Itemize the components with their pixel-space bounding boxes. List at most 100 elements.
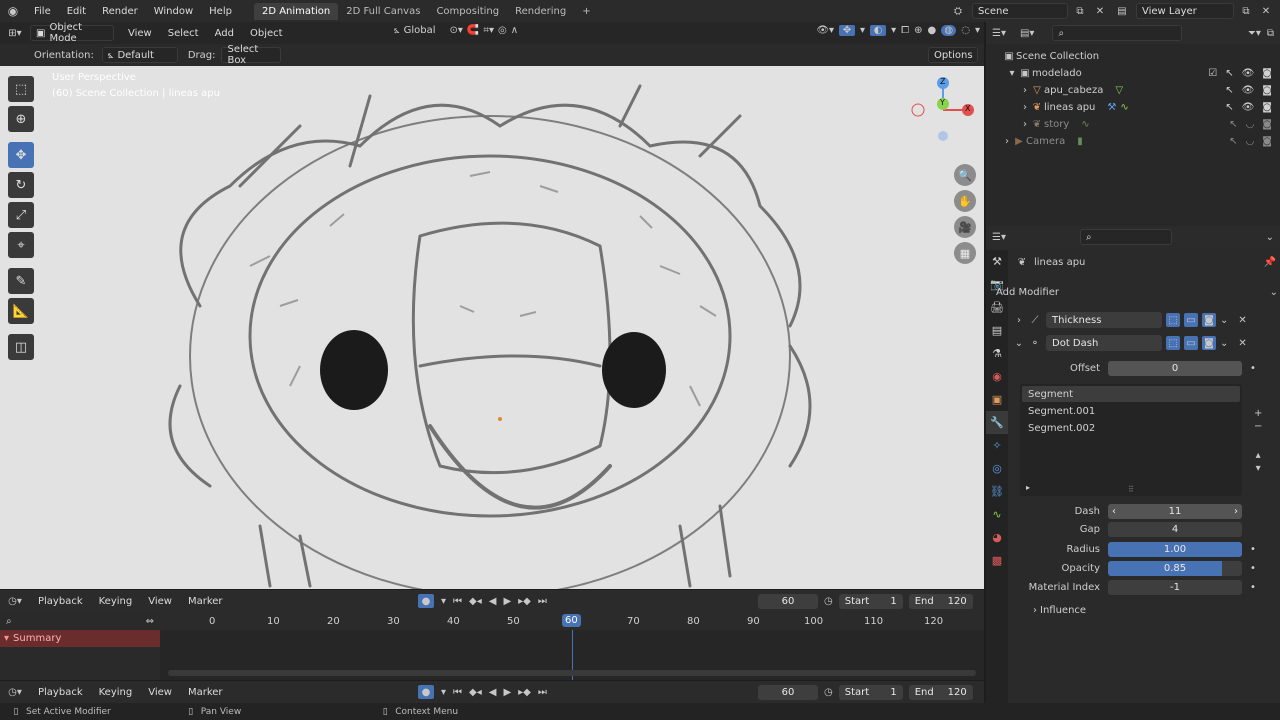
keyframe-dot-icon[interactable]: • <box>1250 544 1256 555</box>
keyframe-dot-icon[interactable]: • <box>1250 563 1256 574</box>
shading-solid-icon[interactable]: ● <box>928 25 937 36</box>
list-expand-icon[interactable]: ▸ <box>1026 483 1030 492</box>
timeline-menu-keying[interactable]: Keying <box>91 596 141 607</box>
dopesheet-area[interactable]: ⌕ ⇔ ▾ Summary 0 10 20 30 40 50 60 70 80 … <box>0 612 984 680</box>
summary-channel[interactable]: ▾ Summary <box>0 630 160 647</box>
editor-type-icon[interactable]: ⊞▾ <box>0 28 30 39</box>
clock-icon[interactable]: ◷ <box>824 596 833 607</box>
object-tab-icon[interactable]: ▣ <box>986 388 1008 411</box>
opacity-slider[interactable]: 0.85 <box>1108 561 1242 576</box>
panel-options-icon[interactable]: ⌄ <box>1266 232 1274 243</box>
measure-tool-icon[interactable]: 📐 <box>8 298 34 324</box>
viewport-toggle-icon[interactable]: ▭ <box>1184 313 1198 327</box>
expand-arrow-icon[interactable]: › <box>1002 136 1012 147</box>
physics-tab-icon[interactable]: ◎ <box>986 457 1008 480</box>
camera-render-icon[interactable]: ◙ <box>1262 85 1272 96</box>
menu-edit[interactable]: Edit <box>59 6 94 17</box>
delete-view-layer-icon[interactable]: ✕ <box>1258 6 1274 17</box>
auto-key-dropdown-icon[interactable]: ▾ <box>441 596 446 607</box>
timeline-menu-view[interactable]: View <box>140 596 180 607</box>
timeline-menu-keying[interactable]: Keying <box>91 687 141 698</box>
modifier-thickness[interactable]: › ⟋ Thickness ⬚ ▭ ◙ ⌄ ✕ <box>1014 312 1276 328</box>
scene-selector[interactable]: Scene <box>972 3 1068 19</box>
ortho-toggle-icon[interactable]: ▦ <box>954 242 976 264</box>
end-frame-field[interactable]: End 120 <box>908 593 973 609</box>
timeline-menu-marker[interactable]: Marker <box>180 596 231 607</box>
texture-tab-icon[interactable]: ▩ <box>986 549 1008 572</box>
expand-chevron-icon[interactable]: ⌄ <box>1014 338 1024 349</box>
drag-dropdown[interactable]: Select Box <box>221 44 282 66</box>
select-toggle-icon[interactable]: ↖ <box>1229 119 1237 130</box>
cursor-tool-icon[interactable]: ⊕ <box>8 106 34 132</box>
material-index-field[interactable]: -1 <box>1108 580 1242 595</box>
add-segment-icon[interactable]: + <box>1254 408 1262 419</box>
shading-rendered-icon[interactable]: ◌ <box>961 25 970 36</box>
select-toggle-icon[interactable]: ↖ <box>1225 85 1233 96</box>
scale-tool-icon[interactable]: ⤢ <box>8 202 34 228</box>
add-cube-tool-icon[interactable]: ◫ <box>8 334 34 360</box>
expand-arrow-icon[interactable]: › <box>1020 85 1030 96</box>
workspace-tab-2d-animation[interactable]: 2D Animation <box>253 2 339 20</box>
outliner-row-modelado[interactable]: ▾ ▣ modelado ☑ ↖ 👁 ◙ <box>1002 65 1280 82</box>
viewport-menu-view[interactable]: View <box>120 28 160 39</box>
tool-tab-icon[interactable]: ⚒ <box>986 250 1008 273</box>
move-up-icon[interactable]: ▴ <box>1254 450 1262 461</box>
filter-icon[interactable]: ⏷▾ <box>1248 28 1261 39</box>
add-workspace-button[interactable]: + <box>574 3 598 20</box>
gizmo-toggle-icon[interactable]: ✥ <box>839 25 856 36</box>
timeline-menu-playback[interactable]: Playback <box>30 687 91 698</box>
clock-icon[interactable]: ◷ <box>824 687 833 698</box>
display-mode-icon[interactable]: ▤▾ <box>1020 28 1034 39</box>
render-toggle-icon[interactable]: ◙ <box>1202 313 1216 327</box>
pivot-point-icon[interactable]: ⊙▾ <box>450 25 463 36</box>
camera-render-icon[interactable]: ◙ <box>1262 136 1272 147</box>
menu-file[interactable]: File <box>26 6 59 17</box>
jump-prev-key-icon[interactable]: ◆◂ <box>469 687 482 698</box>
dash-field[interactable]: ‹ 11 › <box>1108 504 1242 519</box>
eye-closed-icon[interactable]: ◡ <box>1246 136 1255 147</box>
world-tab-icon[interactable]: ◉ <box>986 365 1008 388</box>
end-frame-field[interactable]: End 120 <box>908 684 973 700</box>
keyframe-dot-icon[interactable]: • <box>1250 363 1256 374</box>
checkbox-icon[interactable]: ☑ <box>1208 68 1217 79</box>
radius-slider[interactable]: 1.00 <box>1108 542 1242 557</box>
visibility-icon[interactable]: 👁▾ <box>816 25 834 36</box>
play-reverse-icon[interactable]: ◀ <box>489 687 497 698</box>
gizmo-dropdown-icon[interactable]: ▾ <box>860 25 865 36</box>
rotate-tool-icon[interactable]: ↻ <box>8 172 34 198</box>
remove-modifier-icon[interactable]: ✕ <box>1238 315 1246 326</box>
segment-item-active[interactable]: Segment <box>1022 386 1240 402</box>
transform-tool-icon[interactable]: ⌖ <box>8 232 34 258</box>
copy-scene-icon[interactable]: ⧉ <box>1072 6 1088 17</box>
pan-hand-icon[interactable]: ✋ <box>954 190 976 212</box>
select-toggle-icon[interactable]: ↖ <box>1225 68 1233 79</box>
menu-help[interactable]: Help <box>201 6 240 17</box>
decrement-arrow-icon[interactable]: ‹ <box>1112 506 1116 517</box>
outliner-row-apu-cabeza[interactable]: › ▽ apu_cabeza ▽ ↖ 👁 ◙ <box>1002 82 1280 99</box>
outliner-row-camera[interactable]: › ▶ Camera ▮ ↖ ◡ ◙ <box>1002 133 1280 150</box>
swap-icon[interactable]: ⇔ <box>146 616 154 627</box>
view-layer-tab-icon[interactable]: ▤ <box>986 319 1008 342</box>
segment-item[interactable]: Segment.002 <box>1022 420 1240 437</box>
jump-next-key-icon[interactable]: ▸◆ <box>518 596 531 607</box>
expand-chevron-icon[interactable]: ▾ <box>1006 68 1018 79</box>
falloff-icon[interactable]: ∧ <box>511 25 518 36</box>
remove-modifier-icon[interactable]: ✕ <box>1238 338 1246 349</box>
offset-field[interactable]: 0 <box>1108 361 1242 376</box>
shading-material-icon[interactable]: ◍ <box>941 25 957 36</box>
scene-icon[interactable]: ⛭ <box>948 6 968 17</box>
camera-render-icon[interactable]: ◙ <box>1262 68 1272 79</box>
new-collection-icon[interactable]: ⧉ <box>1267 28 1274 39</box>
shading-dropdown-icon[interactable]: ▾ <box>975 25 980 36</box>
proportional-edit-icon[interactable]: ◎ <box>498 25 507 36</box>
channel-search[interactable]: ⌕ ⇔ <box>0 612 160 630</box>
play-reverse-icon[interactable]: ◀ <box>489 596 497 607</box>
segment-list[interactable]: Segment Segment.001 Segment.002 ▸ ⠿ <box>1020 384 1242 496</box>
eye-icon[interactable]: 👁 <box>1242 102 1255 113</box>
snap-target-icon[interactable]: ⌗▾ <box>483 25 494 36</box>
jump-start-icon[interactable]: ⏮ <box>453 687 462 698</box>
play-icon[interactable]: ▶ <box>503 596 511 607</box>
data-tab-icon[interactable]: ∿ <box>986 503 1008 526</box>
segment-item[interactable]: Segment.001 <box>1022 403 1240 420</box>
select-toggle-icon[interactable]: ↖ <box>1225 102 1233 113</box>
